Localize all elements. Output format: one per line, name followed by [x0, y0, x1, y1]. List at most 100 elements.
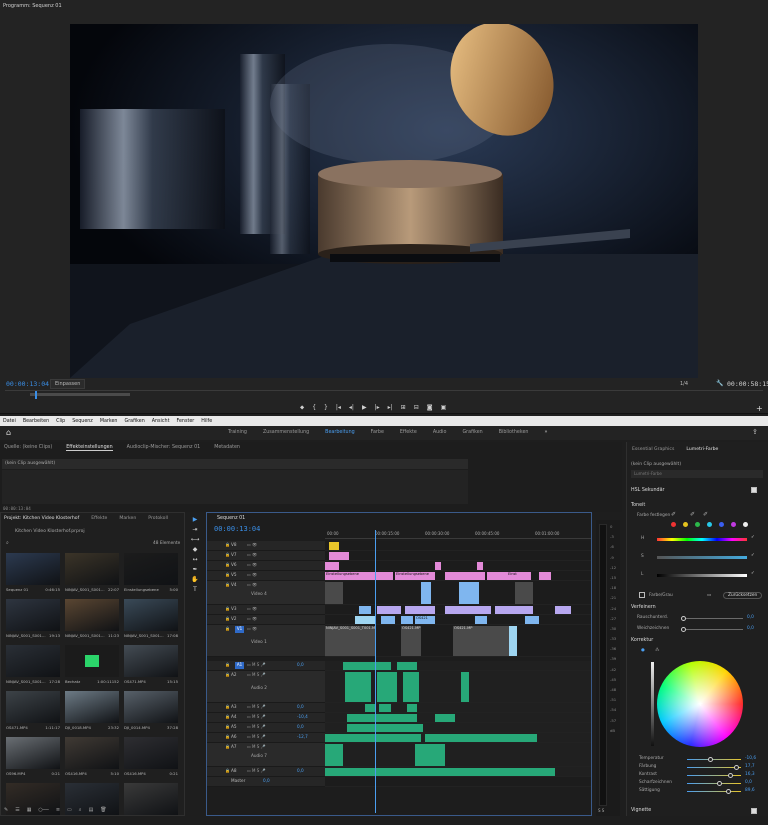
eyedropper-subtract-icon[interactable]: ✐	[703, 511, 708, 518]
track-lock-icon[interactable]: 🔒	[225, 734, 230, 739]
track-lane[interactable]: NINJAV_S001_S001_T001.MO OS421.MP OS421.MP	[325, 625, 591, 657]
track-id[interactable]: V8	[231, 542, 237, 547]
timeline-clip[interactable]: OS421	[415, 616, 435, 624]
luminance-range-slider[interactable]	[657, 574, 747, 577]
timeline-clip[interactable]	[421, 582, 431, 604]
track-lock-icon[interactable]: 🔒	[225, 662, 230, 667]
timeline-clip[interactable]	[475, 616, 487, 624]
media-thumbnail[interactable]	[65, 553, 119, 585]
menu-markers[interactable]: Marken	[100, 419, 118, 424]
track-lane[interactable]	[325, 541, 591, 551]
track-visibility-icon[interactable]: ▭ 👁	[247, 582, 257, 587]
track-lock-icon[interactable]: 🔒	[225, 626, 230, 631]
fit-dropdown[interactable]: Einpassen	[50, 379, 86, 389]
timeline-clip[interactable]: OS421.MP	[401, 626, 421, 656]
go-to-out-icon[interactable]: ▸|	[388, 404, 393, 414]
timeline-clip[interactable]	[397, 662, 417, 670]
step-forward-icon[interactable]: |▸	[375, 404, 380, 414]
media-thumbnail[interactable]	[6, 645, 60, 677]
sort-icon[interactable]: ≡	[56, 807, 60, 813]
track-lock-icon[interactable]: 🔒	[225, 714, 230, 719]
denoise-knob[interactable]	[681, 616, 686, 621]
timeline-clip[interactable]	[461, 672, 469, 702]
search-icon[interactable]: ⌕	[79, 807, 82, 813]
timeline-clip[interactable]	[377, 672, 397, 702]
menu-file[interactable]: Datei	[3, 419, 16, 424]
track-visibility-icon[interactable]: ▭ 👁	[247, 552, 257, 557]
comparison-icon[interactable]: ▣	[441, 404, 447, 414]
project-media-item[interactable]: OS416.MP4 5:10	[65, 737, 121, 779]
project-media-item[interactable]: DJI_0018.MP4 23:32	[65, 691, 121, 733]
menu-clip[interactable]: Clip	[56, 419, 65, 424]
luminance-check-icon[interactable]: ✓	[751, 571, 755, 576]
timeline-clip[interactable]: Einstellungsebene	[325, 572, 393, 580]
track-mute-solo-icon[interactable]: ▭ M S 🎤	[247, 744, 266, 749]
track-visibility-icon[interactable]: ▭ 👁	[247, 606, 257, 611]
timeline-ruler[interactable]: 00:00 00:00:15:00 00:00:30:00 00:00:45:0…	[325, 530, 591, 539]
mark-in-icon[interactable]: {	[312, 404, 316, 414]
timeline-clip[interactable]	[539, 572, 551, 580]
timeline-clip[interactable]	[495, 606, 533, 614]
timeline-clip[interactable]	[325, 744, 343, 766]
timeline-clip[interactable]	[345, 672, 371, 702]
workspace-audio[interactable]: Audio	[433, 430, 447, 435]
timeline-clip[interactable]: NINJAV_S001_S001_T001.MO	[325, 626, 375, 656]
master-track-header[interactable]: Master 0,0	[207, 777, 325, 787]
mark-out-icon[interactable]: }	[324, 404, 328, 414]
track-lock-icon[interactable]: 🔒	[225, 744, 230, 749]
key-section-header[interactable]: Toneit	[631, 503, 645, 508]
track-visibility-icon[interactable]: ▭ 👁	[247, 562, 257, 567]
track-visibility-icon[interactable]: ▭ 👁	[247, 572, 257, 577]
track-id[interactable]: A7	[231, 744, 237, 749]
media-thumbnail[interactable]	[65, 645, 119, 677]
zoom-slider-icon[interactable]: ○──	[38, 807, 48, 813]
project-media-item[interactable]: OS471.MP4 1:11:17	[6, 691, 62, 733]
media-thumbnail[interactable]	[124, 553, 178, 585]
track-visibility-icon[interactable]: ▭ 👁	[247, 542, 257, 547]
project-media-item[interactable]: OS96.MP4 0:21	[6, 737, 62, 779]
video-track-header[interactable]: 🔒 V1 ▭ 👁 Video 1	[207, 625, 325, 657]
track-lock-icon[interactable]: 🔒	[225, 768, 230, 773]
workspace-graphics[interactable]: Grafiken	[462, 430, 482, 435]
tab-history[interactable]: Protokoll	[148, 516, 168, 521]
extract-icon[interactable]: ⊟	[414, 404, 419, 414]
type-tool-icon[interactable]: T	[193, 586, 197, 593]
audio-track-header[interactable]: 🔒 A5 ▭ M S 🎤 0,0	[207, 723, 325, 733]
saturation-range-slider[interactable]	[657, 556, 747, 559]
timeline-clip[interactable]	[325, 562, 339, 570]
track-lock-icon[interactable]: 🔒	[225, 582, 230, 587]
color-swatch[interactable]	[719, 522, 724, 527]
denoise-value[interactable]: 0,0	[747, 615, 754, 620]
color-swatch[interactable]	[695, 522, 700, 527]
project-media-item[interactable]	[6, 783, 62, 825]
camera-icon[interactable]: ◙	[427, 404, 433, 414]
project-media-item[interactable]: NINJAV_S001_S001... 17:28	[6, 645, 62, 687]
icon-view-icon[interactable]: ▦	[27, 807, 32, 813]
track-visibility-icon[interactable]: ▭ 👁	[247, 626, 257, 631]
track-lock-icon[interactable]: 🔒	[225, 542, 230, 547]
eyedropper-icon[interactable]: ✐	[671, 511, 676, 518]
timeline-clip[interactable]	[401, 616, 413, 624]
program-video-frame[interactable]	[70, 24, 698, 378]
track-mute-solo-icon[interactable]: ▭ M S 🎤	[247, 768, 266, 773]
track-id[interactable]: A1	[235, 662, 244, 669]
project-media-item[interactable]: NINJAV_S001_S001... 19:13	[6, 599, 62, 641]
track-volume[interactable]: -12,7	[297, 734, 308, 739]
menu-view[interactable]: Ansicht	[152, 419, 170, 424]
tab-metadata[interactable]: Metadaten	[214, 445, 240, 451]
track-lock-icon[interactable]: 🔒	[225, 572, 230, 577]
track-lock-icon[interactable]: 🔒	[225, 552, 230, 557]
workspace-effects[interactable]: Effekte	[400, 430, 417, 435]
timeline-clip[interactable]	[403, 672, 419, 702]
param-knob[interactable]	[725, 789, 731, 794]
timeline-clip[interactable]	[477, 562, 483, 570]
export-icon[interactable]: ⇪	[752, 428, 758, 436]
saturation-check-icon[interactable]: ✓	[751, 553, 755, 558]
track-mute-solo-icon[interactable]: ▭ M S 🎤	[247, 734, 266, 739]
timeline-clip[interactable]	[435, 562, 441, 570]
tab-effects[interactable]: Effekte	[91, 516, 107, 521]
denoise-slider[interactable]	[683, 618, 743, 619]
timeline-clip[interactable]	[445, 572, 485, 580]
wheel-mode-icon[interactable]: ●	[641, 648, 645, 653]
wheel-crosshair-icon[interactable]: +	[698, 701, 703, 708]
